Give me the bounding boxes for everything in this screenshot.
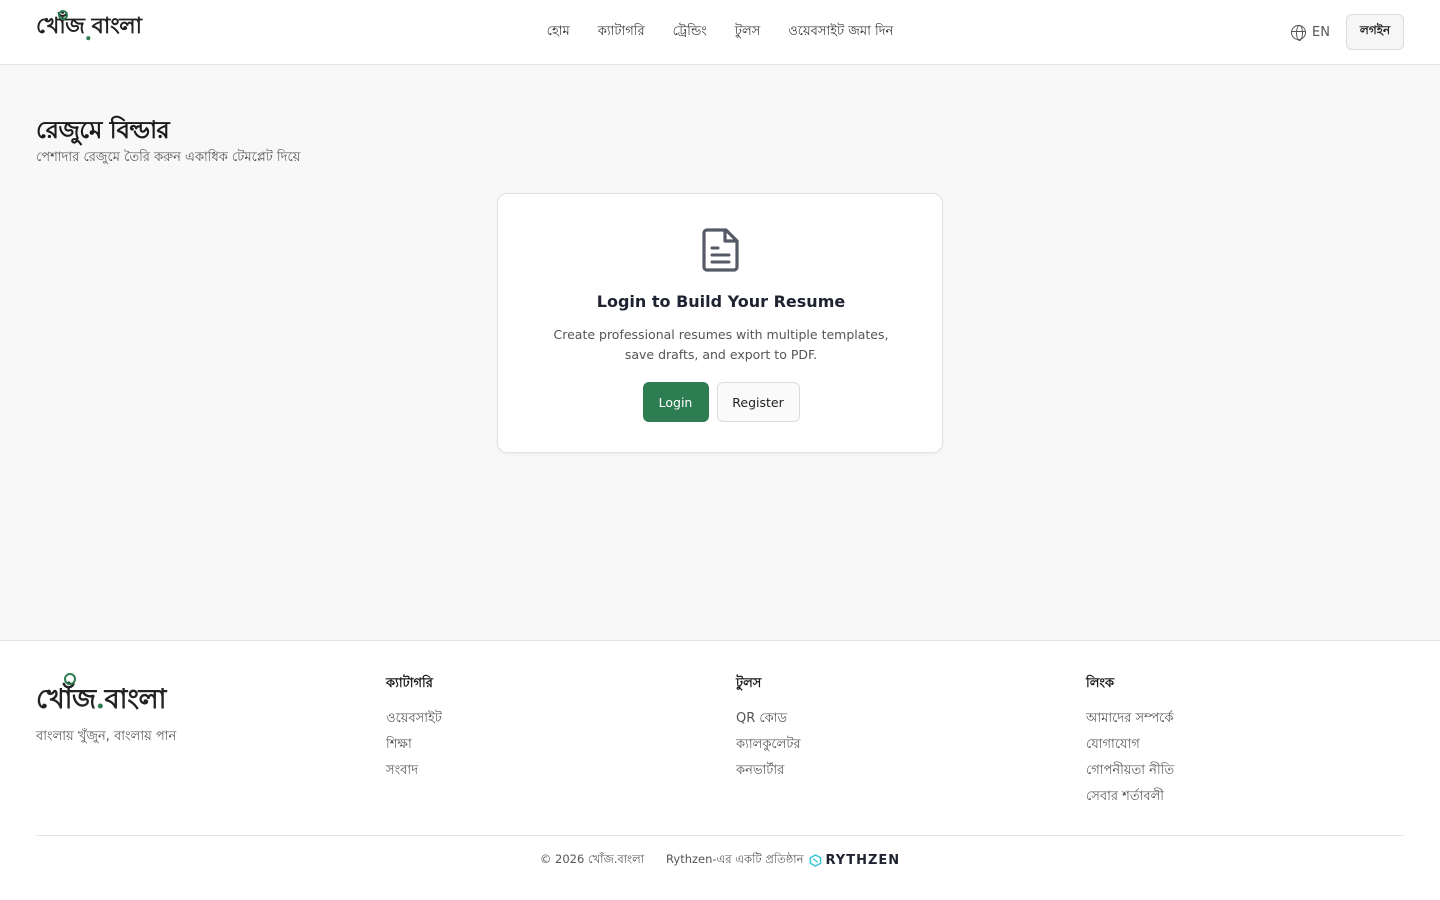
site-header: খোঁজ. বাংলা হোম ক্যাটাগরি ট্রেন্ডিং টুলস …: [0, 0, 1440, 65]
rythzen-brand-text: RYTHZEN: [825, 853, 901, 868]
footer-link-terms[interactable]: সেবার শর্তাবলী: [1086, 787, 1174, 813]
language-switcher[interactable]: EN: [1291, 22, 1330, 42]
footer-column-title: টুলস: [736, 676, 762, 691]
nav-submit-website[interactable]: ওয়েবসাইট জমা দিন: [788, 22, 893, 43]
footer-column-title: লিংক: [1086, 676, 1115, 691]
footer-link-websites[interactable]: ওয়েবসাইট: [386, 709, 442, 735]
footer-link-about[interactable]: আমাদের সম্পর্কে: [1086, 709, 1174, 735]
copyright-text: © 2026 খোঁজ.বাংলা: [539, 852, 645, 866]
footer-column-links: লিংক আমাদের সম্পর্কে যোগাযোগ গোপনীয়তা ন…: [1086, 674, 1174, 813]
magnifier-icon: [64, 673, 76, 685]
footer-column-title: ক্যাটাগরি: [386, 676, 433, 691]
register-button[interactable]: Register: [716, 382, 800, 422]
footer-logo-text-suffix: বাংলা: [104, 684, 167, 715]
nav-trending[interactable]: ট্রেন্ডিং: [673, 22, 707, 43]
rythzen-logo: RYTHZEN: [809, 853, 900, 868]
page-subtitle: পেশাদার রেজুমে তৈরি করুন একাধিক টেমপ্লেট…: [36, 150, 301, 165]
main-nav: হোম ক্যাটাগরি ট্রেন্ডিং টুলস ওয়েবসাইট জ…: [0, 0, 1440, 64]
page-title: রেজুমে বিল্ডার: [36, 116, 170, 144]
footer-column-tools: টুলস QR কোড ক্যালকুলেটর কনভার্টার: [736, 674, 801, 787]
footer-link-converter[interactable]: কনভার্টার: [736, 761, 801, 787]
site-footer: খোঁজ.বাংলা বাংলায় খুঁজুন, বাংলায় পান ক…: [0, 640, 1440, 900]
footer-logo-dot: .: [95, 684, 105, 715]
footer-divider: [36, 835, 1404, 836]
language-label: EN: [1312, 24, 1330, 40]
nav-categories[interactable]: ক্যাটাগরি: [598, 22, 645, 43]
rythzen-text: Rythzen-এর একটি প্রতিষ্ঠান: [666, 852, 804, 866]
footer-logo[interactable]: খোঁজ.বাংলা: [36, 673, 167, 715]
rythzen-mark-icon: [810, 854, 822, 867]
footer-link-qr-code[interactable]: QR কোড: [736, 709, 801, 735]
card-title: Login to Build Your Resume: [596, 292, 846, 311]
document-icon: [702, 228, 739, 272]
footer-bottom-bar: © 2026 খোঁজ.বাংলা Rythzen-এর একটি প্রতিষ…: [0, 851, 1440, 870]
footer-logo-text-main: খোঁজ: [36, 684, 96, 715]
login-prompt-card: Login to Build Your Resume Create profes…: [497, 193, 943, 453]
rythzen-credit[interactable]: Rythzen-এর একটি প্রতিষ্ঠান RYTHZEN: [666, 851, 900, 870]
login-button[interactable]: Login: [642, 382, 709, 422]
footer-link-contact[interactable]: যোগাযোগ: [1086, 735, 1174, 761]
magnifier-icon: [58, 10, 68, 20]
logo-text-suffix: বাংলা: [91, 13, 142, 39]
card-description: Create professional resumes with multipl…: [553, 327, 889, 362]
footer-tagline: বাংলায় খুঁজুন, বাংলায় পান: [36, 729, 177, 744]
footer-link-calculator[interactable]: ক্যালকুলেটর: [736, 735, 801, 761]
nav-tools[interactable]: টুলস: [735, 22, 760, 43]
footer-link-education[interactable]: শিক্ষা: [386, 735, 442, 761]
logo-dot: .: [84, 20, 92, 46]
footer-link-news[interactable]: সংবাদ: [386, 761, 442, 787]
header-login-button[interactable]: লগইন: [1346, 14, 1404, 50]
globe-icon: [1291, 24, 1307, 41]
footer-link-privacy[interactable]: গোপনীয়তা নীতি: [1086, 761, 1174, 787]
footer-column-categories: ক্যাটাগরি ওয়েবসাইট শিক্ষা সংবাদ: [386, 674, 442, 787]
card-actions: Login Register: [498, 382, 944, 422]
site-logo[interactable]: খোঁজ. বাংলা: [36, 10, 142, 46]
nav-home[interactable]: হোম: [547, 22, 570, 43]
